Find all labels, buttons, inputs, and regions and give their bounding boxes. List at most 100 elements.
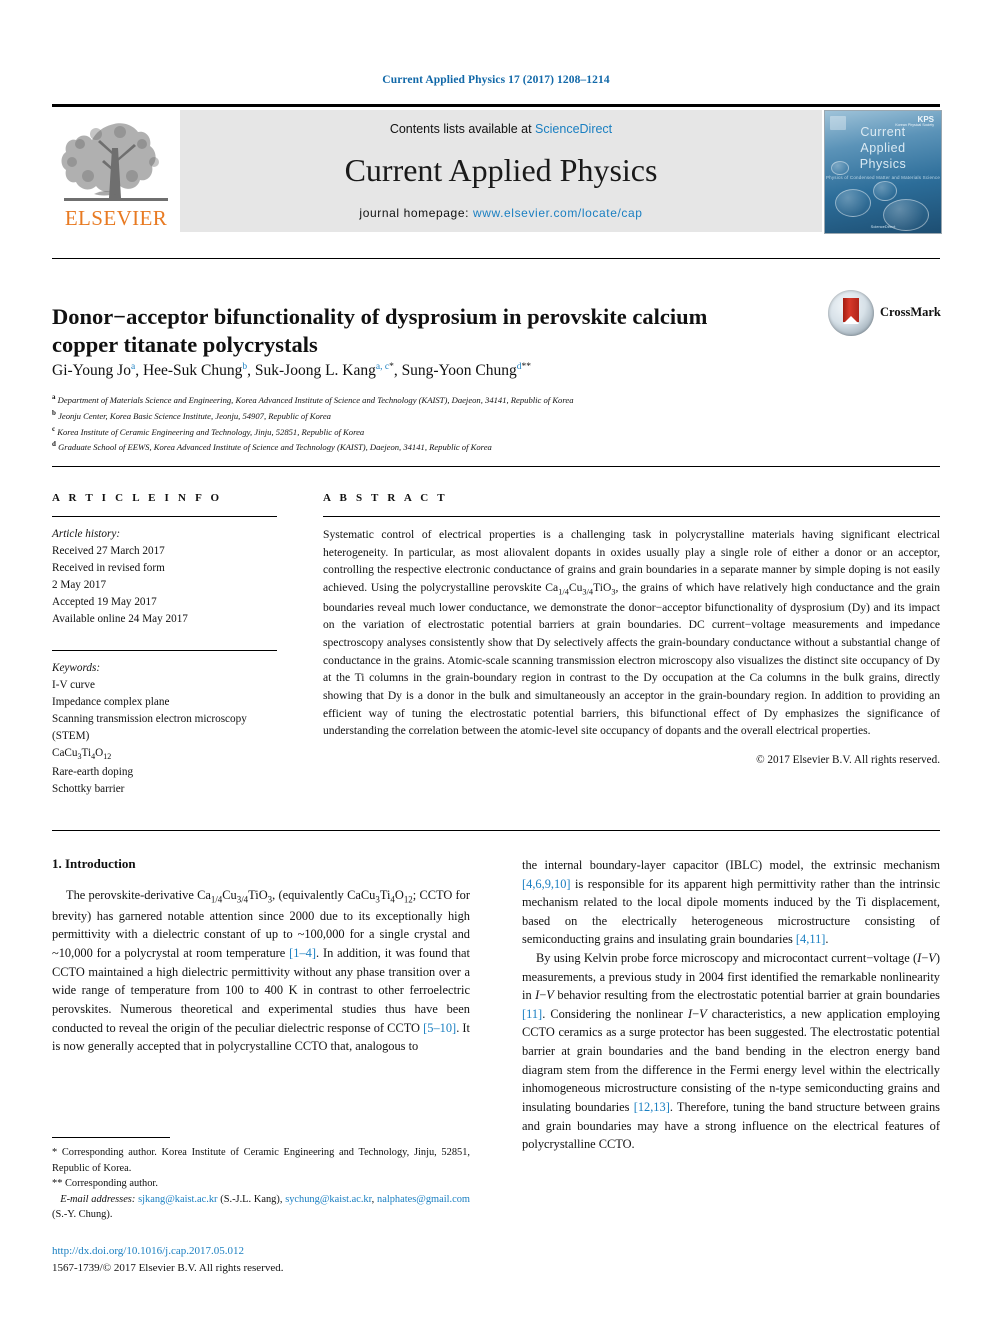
history-item: Accepted 19 May 2017 [52,596,157,609]
title-separator-rule [52,258,940,259]
email-comma: , [371,1193,375,1205]
affiliation-text: Department of Materials Science and Engi… [57,394,574,405]
crossmark-badge[interactable]: CrossMark [828,290,941,336]
author-name: Suk-Joong L. Kang [254,362,376,380]
keywords-rule [52,650,277,652]
article-info-rule [52,516,277,517]
affiliation-item: a Department of Materials Science and En… [52,392,940,408]
affiliation-mark: a [52,393,56,401]
running-head: Current Applied Physics 17 (2017) 1208–1… [382,74,610,86]
footnote-rule [52,1137,170,1138]
footnote-block: * Corresponding author. Korea Institute … [52,1137,470,1223]
doi-link[interactable]: http://dx.doi.org/10.1016/j.cap.2017.05.… [52,1243,470,1260]
cover-bubble-icon [873,181,897,201]
issn-copyright-line: 1567-1739/© 2017 Elsevier B.V. All right… [52,1261,284,1274]
header-rule [52,104,940,107]
abstract-bottom-rule [52,830,940,831]
keywords-label: Keywords: [52,662,101,675]
author-name: Sung-Yoon Chung [401,362,517,380]
abstract-rule [323,516,940,517]
footnote-emails: E-mail addresses: sjkang@kaist.ac.kr (S.… [52,1192,470,1223]
contents-list-line: Contents lists available at ScienceDirec… [180,122,822,136]
keyword-item: Schottky barrier [52,782,125,795]
abstract-text: Systematic control of electrical propert… [323,528,941,738]
author-sep: , [247,362,255,380]
intro-paragraph-right-2: By using Kelvin probe force microscopy a… [522,951,940,1152]
author-name: Gi-Young Jo [52,362,131,380]
keyword-item-formula: CaCu3Ti4O12 [52,747,112,762]
keywords-block: Keywords: I-V curve Impedance complex pl… [52,660,277,798]
citation-link[interactable]: [4,11] [796,932,825,946]
history-item: Received in revised form [52,562,165,575]
history-item: Available online 24 May 2017 [52,613,188,626]
keyword-item: Impedance complex plane [52,696,170,709]
paper-page: Current Applied Physics 17 (2017) 1208–1… [0,0,992,1323]
email-addresses-label: E-mail addresses: [60,1193,136,1205]
citation-link[interactable]: [4,6,9,10] [522,877,571,891]
email-link-1[interactable]: sjkang@kaist.ac.kr [138,1194,217,1205]
affiliation-mark: d [52,440,56,449]
body-right-column: the internal boundary-layer capacitor (I… [522,856,940,1154]
abstract-copyright: © 2017 Elsevier B.V. All rights reserved… [756,753,940,766]
article-info-heading: A R T I C L E I N F O [52,492,223,504]
email-owner-3: (S.-Y. Chung). [52,1209,113,1221]
article-history-label: Article history: [52,528,121,540]
contents-prefix: Contents lists available at [389,122,536,136]
author-list: Gi-Young Joa, Hee-Suk Chungb, Suk-Joong … [52,362,872,380]
history-item: Received 27 March 2017 [52,545,165,558]
intro-paragraph-right-1: the internal boundary-layer capacitor (I… [522,858,940,947]
article-history-block: Article history: Received 27 March 2017 … [52,526,277,628]
cover-title-line-1: Current [860,125,906,139]
author-affil-mark: a, c [375,362,390,372]
doi-block: http://dx.doi.org/10.1016/j.cap.2017.05.… [52,1243,470,1276]
abstract-top-rule [52,466,940,467]
email-link-3[interactable]: nalphates@gmail.com [377,1194,470,1205]
affiliation-mark: c [52,424,56,433]
keyword-item: Scanning transmission electron microscop… [52,713,247,726]
cover-bubble-icon [835,189,871,217]
email-owner-1: (S.-J.L. Kang), [220,1193,283,1205]
email-link-2[interactable]: sychung@kaist.ac.kr [285,1194,371,1205]
crossmark-notch-icon [843,316,859,324]
keyword-item: (STEM) [52,730,90,743]
affiliation-item: c Korea Institute of Ceramic Engineering… [52,424,940,440]
journal-masthead: ELSEVIER Contents lists available at Sci… [52,110,942,234]
cover-bubble-icon [831,161,849,175]
abstract-column: A B S T R A C T Systematic control of el… [323,492,940,766]
affiliation-item: d Graduate School of EEWS, Korea Advance… [52,439,940,455]
article-info-column: A R T I C L E I N F O Article history: R… [52,492,277,798]
citation-link[interactable]: [5–10] [423,1021,456,1035]
elsevier-logo: ELSEVIER [52,110,180,232]
journal-title: Current Applied Physics [344,152,658,188]
author-name: Hee-Suk Chung [142,362,243,380]
footnote-corresponding-2: ** Corresponding author. [52,1178,158,1190]
intro-paragraph-left: The perovskite-derivative Ca1/4Cu3/4TiO3… [52,888,470,1054]
citation-link[interactable]: [12,13] [634,1100,670,1114]
cover-title-line-2: Applied [860,141,906,155]
footnote-corresponding-1: * Corresponding author. Korea Institute … [52,1147,470,1174]
citation-link[interactable]: [11] [522,1007,542,1021]
sciencedirect-link[interactable]: ScienceDirect [535,122,612,136]
crossmark-label: CrossMark [880,305,941,319]
keyword-item: I-V curve [52,679,95,692]
page-title: Donor−acceptor bifunctionality of dyspro… [52,304,708,358]
masthead-center-panel: Contents lists available at ScienceDirec… [180,110,822,232]
author-sep: , [393,362,402,380]
affiliation-mark: b [52,408,56,417]
citation-link[interactable]: [1–4] [289,946,316,960]
affiliation-text: Korea Institute of Ceramic Engineering a… [57,426,365,437]
elsevier-tree-icon [61,123,168,201]
history-item: 2 May 2017 [52,579,107,592]
author-sep: , [135,362,143,380]
journal-cover-thumbnail: KPS Korean Physical Society Current Appl… [824,110,942,234]
journal-homepage-link[interactable]: www.elsevier.com/locate/cap [473,206,643,220]
cover-subtitle: Physics of Condensed Matter and Material… [825,175,941,180]
elsevier-wordmark: ELSEVIER [64,206,168,230]
affiliation-item: b Jeonju Center, Korea Basic Science Ins… [52,408,940,424]
author-corresponding-mark: ** [521,362,531,372]
body-left-column: 1. Introduction The perovskite-derivativ… [52,856,470,1056]
homepage-prefix: journal homepage: [359,206,473,220]
section-heading-introduction: 1. Introduction [52,856,136,871]
affiliation-text: Jeonju Center, Korea Basic Science Insti… [58,410,331,421]
